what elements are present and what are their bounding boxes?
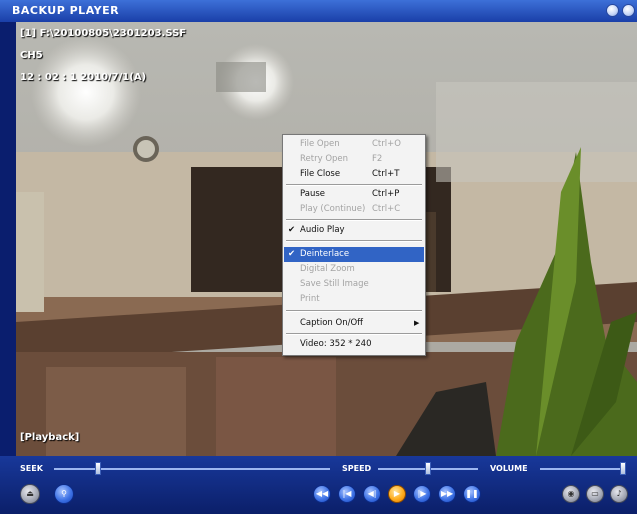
menu-item-label: Print [300, 294, 320, 304]
menu-item-pause[interactable]: Pause Ctrl+P [284, 187, 424, 202]
checkmark-icon: ✔ [288, 225, 296, 235]
eject-button[interactable]: ⏏ [20, 484, 40, 504]
menu-item-label: Pause [300, 189, 325, 199]
speaker-icon: ♪ [616, 489, 622, 498]
snapshot-button[interactable]: ◉ [562, 485, 580, 503]
menu-item-shortcut: F2 [372, 154, 383, 164]
play-button[interactable]: ▶ [388, 485, 406, 503]
menu-item-caption[interactable]: Caption On/Off ▶ [284, 316, 424, 331]
skip-back-icon: |◀ [342, 489, 352, 498]
fast-forward-icon: ▶▶ [440, 489, 454, 498]
menu-item-label: Caption On/Off [300, 318, 364, 328]
menu-item-label: Play (Continue) [300, 204, 366, 214]
seek-label: SEEK [20, 464, 43, 473]
snapshot-icon: ◉ [567, 489, 575, 498]
submenu-arrow-icon: ▶ [414, 319, 420, 327]
print-button[interactable]: ▭ [586, 485, 604, 503]
menu-item-label: Digital Zoom [300, 264, 355, 274]
volume-slider[interactable] [540, 468, 626, 470]
pause-button[interactable]: ❚❚ [463, 485, 481, 503]
volume-slider-handle[interactable] [620, 462, 626, 475]
step-back-icon: ◀| [367, 489, 377, 498]
menu-separator [286, 333, 422, 335]
menu-item-label: Audio Play [300, 225, 345, 235]
speaker-button[interactable]: ♪ [610, 485, 628, 503]
close-button[interactable] [622, 4, 635, 17]
pause-icon: ❚❚ [465, 489, 479, 498]
menu-item-file-close[interactable]: File Close Ctrl+T [284, 167, 424, 182]
skip-back-button[interactable]: |◀ [338, 485, 356, 503]
window-title: BACKUP PLAYER [12, 4, 120, 17]
step-forward-button[interactable]: |▶ [413, 485, 431, 503]
menu-separator [286, 310, 422, 312]
menu-item-digital-zoom[interactable]: Digital Zoom [284, 262, 424, 277]
menu-separator [286, 240, 422, 242]
menu-item-label: Video: 352 * 240 [300, 339, 372, 349]
volume-label: VOLUME [490, 464, 528, 473]
checkmark-icon: ✔ [288, 249, 296, 259]
seek-slider-handle[interactable] [95, 462, 102, 475]
title-bar: BACKUP PLAYER [0, 0, 637, 22]
menu-item-shortcut: Ctrl+P [372, 189, 400, 199]
step-back-button[interactable]: ◀| [363, 485, 381, 503]
file-path-overlay: [1] F:\20100805\2301203.SSF [20, 28, 187, 39]
search-icon: ⚲ [61, 489, 67, 498]
menu-item-label: Save Still Image [300, 279, 369, 289]
speed-label: SPEED [342, 464, 372, 473]
step-forward-icon: |▶ [417, 489, 427, 498]
timestamp-overlay: 12 : 02 : 1 2010/7/1(A) [20, 72, 147, 83]
playback-status-overlay: [Playback] [20, 432, 80, 443]
menu-item-print[interactable]: Print [284, 292, 424, 307]
fast-rewind-button[interactable]: ◀◀ [313, 485, 331, 503]
menu-item-label: File Close [300, 169, 341, 179]
menu-item-retry-open[interactable]: Retry Open F2 [284, 152, 424, 167]
search-button[interactable]: ⚲ [54, 484, 74, 504]
menu-separator [286, 219, 422, 221]
fast-rewind-icon: ◀◀ [315, 489, 329, 498]
menu-item-label: File Open [300, 139, 340, 149]
menu-item-save-still-image[interactable]: Save Still Image [284, 277, 424, 292]
menu-item-shortcut: Ctrl+T [372, 169, 400, 179]
menu-separator [286, 184, 422, 186]
menu-item-play-continue[interactable]: Play (Continue) Ctrl+C [284, 202, 424, 217]
play-icon: ▶ [393, 489, 401, 498]
menu-item-shortcut: Ctrl+C [372, 204, 401, 214]
control-bar: SEEK SPEED VOLUME ⏏ ⚲ ◀◀ |◀ ◀| ▶ |▶ ▶▶ ❚… [0, 456, 637, 514]
menu-item-label: Deinterlace [300, 249, 350, 259]
menu-item-video-size[interactable]: Video: 352 * 240 [284, 337, 424, 352]
fast-forward-button[interactable]: ▶▶ [438, 485, 456, 503]
menu-item-file-open[interactable]: File Open Ctrl+O [284, 137, 424, 152]
menu-item-shortcut: Ctrl+O [372, 139, 401, 149]
eject-icon: ⏏ [26, 489, 34, 498]
menu-item-deinterlace[interactable]: ✔ Deinterlace [284, 247, 424, 262]
print-icon: ▭ [591, 489, 599, 498]
menu-item-audio-play[interactable]: ✔ Audio Play [284, 223, 424, 238]
channel-overlay: CH5 [20, 50, 43, 61]
context-menu: File Open Ctrl+O Retry Open F2 File Clos… [282, 134, 426, 356]
speed-slider-handle[interactable] [425, 462, 431, 475]
minimize-button[interactable] [606, 4, 619, 17]
menu-item-label: Retry Open [300, 154, 349, 164]
